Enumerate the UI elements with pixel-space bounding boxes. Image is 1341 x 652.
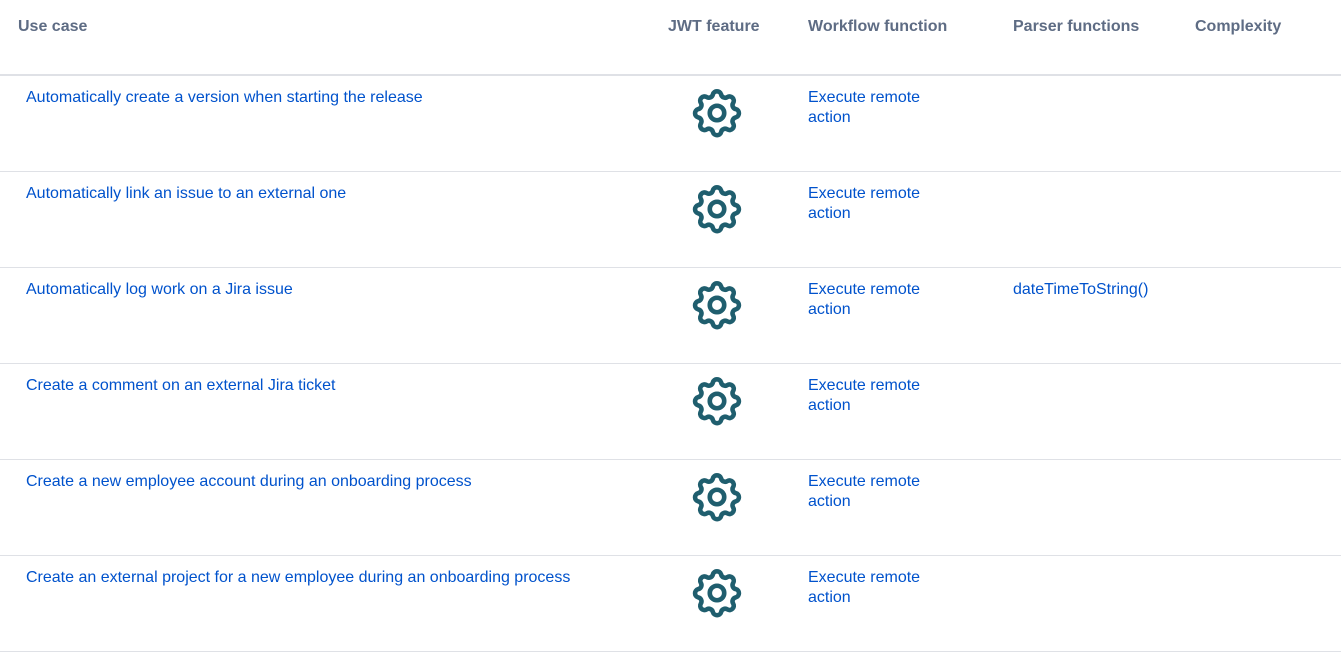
table-row: Create a new employee account during an … xyxy=(0,459,1341,556)
gear-icon xyxy=(688,564,746,622)
use-case-link[interactable]: Automatically log work on a Jira issue xyxy=(26,281,293,298)
parser-functions-header[interactable]: Parser functions xyxy=(1005,0,1195,76)
complexity-cell xyxy=(1195,459,1341,556)
use-case-link[interactable]: Create an external project for a new emp… xyxy=(26,569,570,586)
workflow-function-link[interactable]: Execute remote action xyxy=(808,376,958,416)
workflow-function-cell: Execute remote action xyxy=(800,363,1005,460)
use-case-cell: Automatically link an issue to an extern… xyxy=(0,171,660,268)
complexity-cell xyxy=(1195,267,1341,364)
use-case-cell: Create a comment on an external Jira tic… xyxy=(0,363,660,460)
use-case-link[interactable]: Automatically create a version when star… xyxy=(26,89,423,106)
gear-icon xyxy=(688,84,746,142)
table-row: Automatically log work on a Jira issue E… xyxy=(0,267,1341,364)
use-case-table: Use case JWT feature Workflow function P… xyxy=(0,0,1341,652)
complexity-cell xyxy=(1195,363,1341,460)
use-case-link[interactable]: Automatically link an issue to an extern… xyxy=(26,185,346,202)
use-case-link[interactable]: Create a comment on an external Jira tic… xyxy=(26,377,335,394)
jwt-feature-cell xyxy=(660,267,800,364)
table-row: Create a comment on an external Jira tic… xyxy=(0,363,1341,460)
gear-icon xyxy=(688,468,746,526)
workflow-function-cell: Execute remote action xyxy=(800,171,1005,268)
table-row: Automatically create a version when star… xyxy=(0,75,1341,172)
use-case-link[interactable]: Create a new employee account during an … xyxy=(26,473,472,490)
jwt-feature-cell xyxy=(660,555,800,652)
jwt-feature-cell xyxy=(660,459,800,556)
workflow-function-header[interactable]: Workflow function xyxy=(800,0,1005,76)
gear-icon xyxy=(688,180,746,238)
jwt-feature-cell xyxy=(660,171,800,268)
jwt-feature-cell xyxy=(660,363,800,460)
jwt-feature-cell xyxy=(660,75,800,172)
workflow-function-cell: Execute remote action xyxy=(800,75,1005,172)
parser-function-link[interactable]: dateTimeToString() xyxy=(1013,280,1148,300)
workflow-function-link[interactable]: Execute remote action xyxy=(808,568,958,608)
table-row: Automatically link an issue to an extern… xyxy=(0,171,1341,268)
complexity-cell xyxy=(1195,555,1341,652)
table-row: Create an external project for a new emp… xyxy=(0,555,1341,652)
use-case-header[interactable]: Use case xyxy=(0,0,660,76)
workflow-function-link[interactable]: Execute remote action xyxy=(808,472,958,512)
use-case-cell: Automatically create a version when star… xyxy=(0,75,660,172)
parser-functions-cell xyxy=(1005,459,1195,556)
workflow-function-cell: Execute remote action xyxy=(800,459,1005,556)
gear-icon xyxy=(688,372,746,430)
parser-functions-cell xyxy=(1005,555,1195,652)
workflow-function-link[interactable]: Execute remote action xyxy=(808,88,958,128)
complexity-header[interactable]: Complexity xyxy=(1195,0,1341,76)
workflow-function-link[interactable]: Execute remote action xyxy=(808,184,958,224)
use-case-cell: Create a new employee account during an … xyxy=(0,459,660,556)
gear-icon xyxy=(688,276,746,334)
workflow-function-cell: Execute remote action xyxy=(800,555,1005,652)
parser-functions-cell xyxy=(1005,171,1195,268)
workflow-function-link[interactable]: Execute remote action xyxy=(808,280,958,320)
table-header-row: Use case JWT feature Workflow function P… xyxy=(0,0,1341,76)
workflow-function-cell: Execute remote action xyxy=(800,267,1005,364)
use-case-cell: Automatically log work on a Jira issue xyxy=(0,267,660,364)
use-case-cell: Create an external project for a new emp… xyxy=(0,555,660,652)
complexity-cell xyxy=(1195,171,1341,268)
jwt-feature-header[interactable]: JWT feature xyxy=(660,0,800,76)
complexity-cell xyxy=(1195,75,1341,172)
parser-functions-cell xyxy=(1005,363,1195,460)
parser-functions-cell: dateTimeToString() xyxy=(1005,267,1195,364)
parser-functions-cell xyxy=(1005,75,1195,172)
